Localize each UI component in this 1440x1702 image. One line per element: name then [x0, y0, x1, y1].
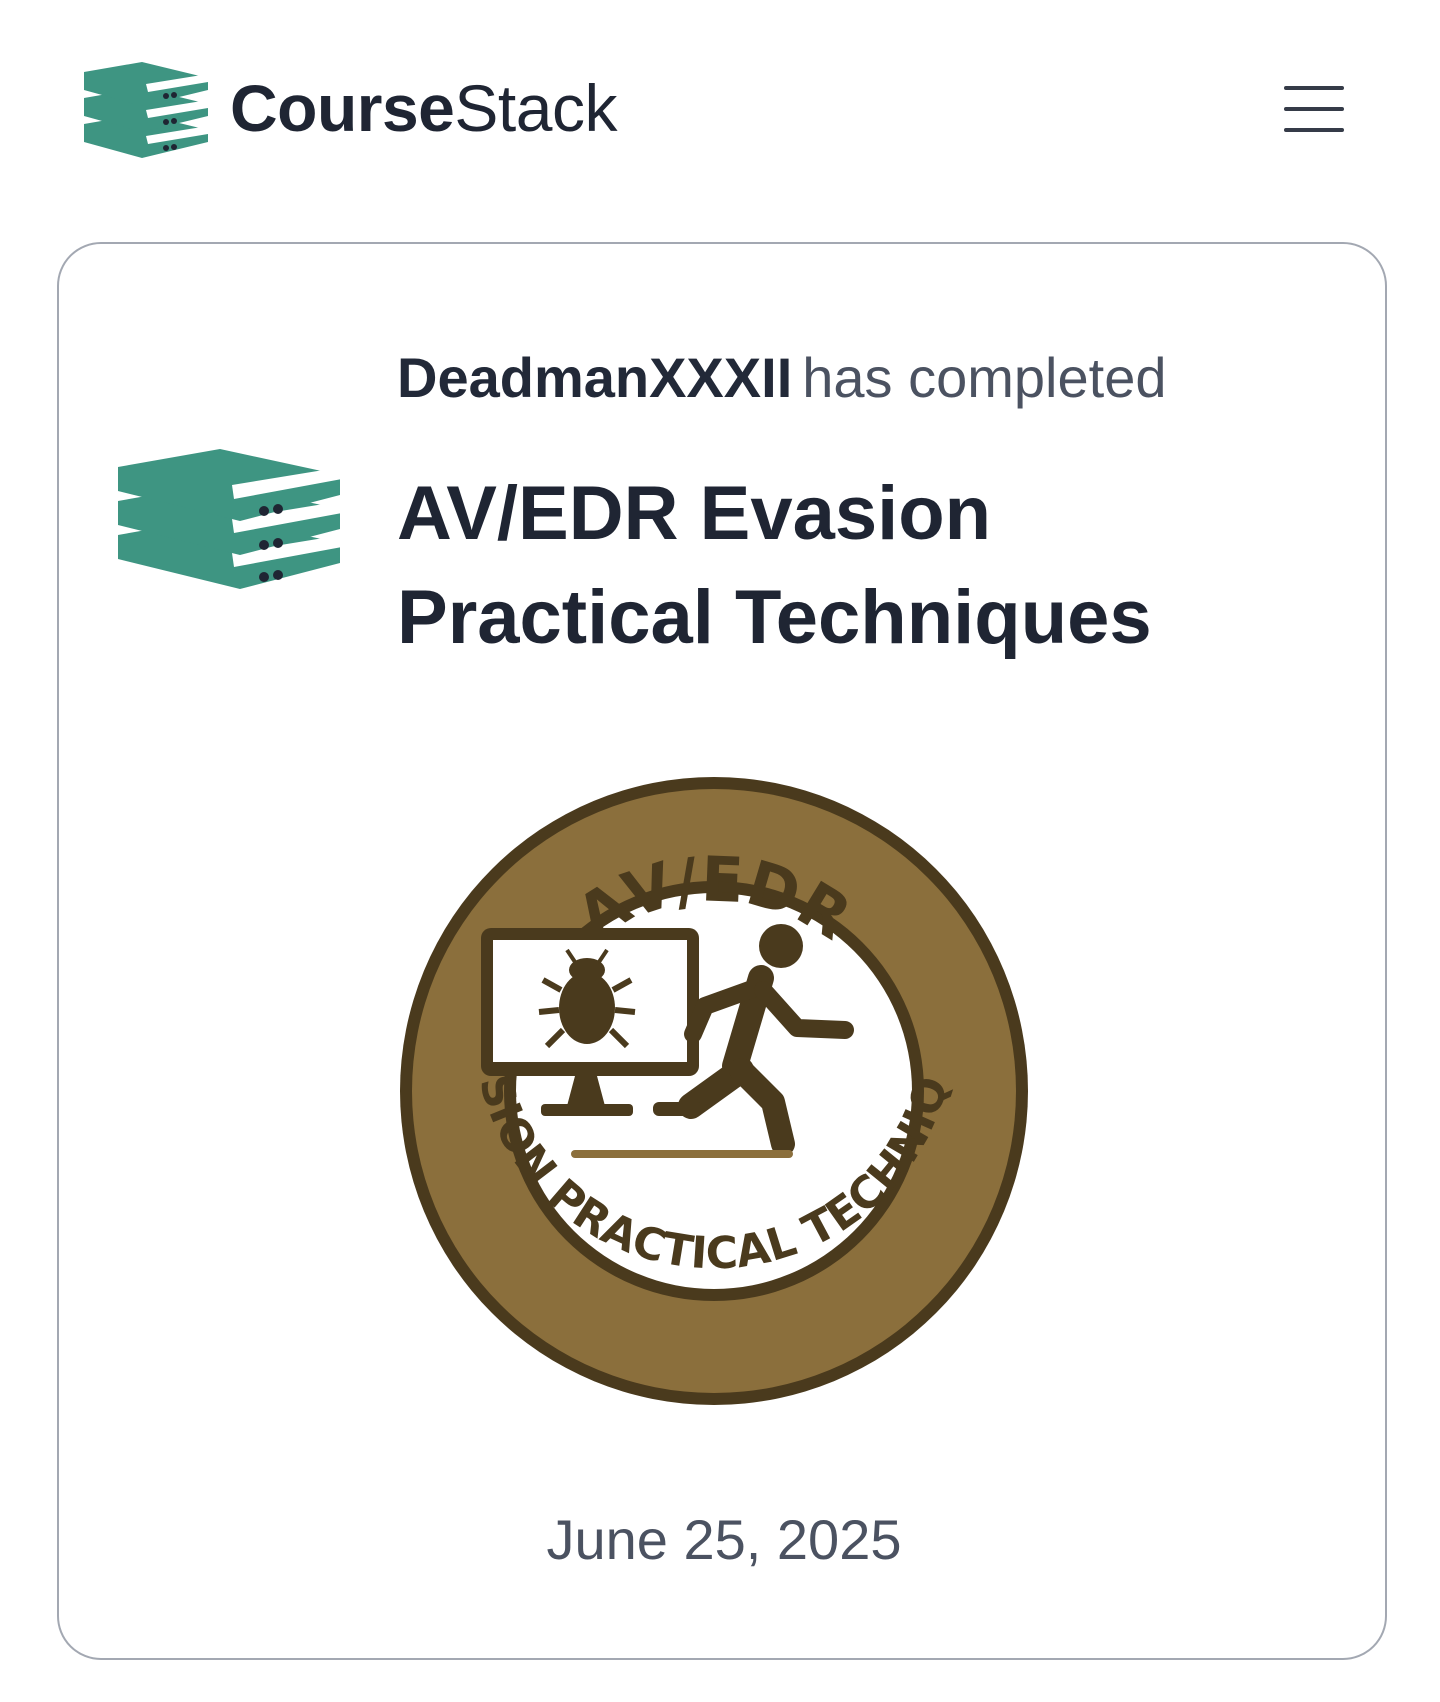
completion-date: June 25, 2025	[546, 1508, 902, 1571]
course-logo	[116, 409, 346, 589]
menu-button[interactable]	[1276, 78, 1352, 140]
username: DeadmanXXXII	[397, 346, 793, 409]
site-header: CourseStack	[0, 0, 1440, 220]
completed-text: has completed	[802, 346, 1167, 409]
badge-emblem: AV/EDR EVASION PRACTICAL TECHNIQUES	[389, 766, 1028, 1405]
brand-name-regular: Stack	[454, 71, 617, 145]
course-title: AV/EDR Evasion Practical Techniques	[397, 471, 1152, 660]
stacked-books-icon	[84, 62, 208, 158]
brand-name-bold: Course	[230, 71, 455, 145]
hamburger-menu-icon	[1284, 86, 1344, 132]
stacked-books-icon	[118, 449, 342, 589]
completion-statement: DeadmanXXXII has completed	[397, 344, 1166, 411]
course-badge: AV/EDR EVASION PRACTICAL TECHNIQUES	[389, 766, 1039, 1416]
brand-name: CourseStack	[230, 75, 617, 141]
brand-home-link[interactable]: CourseStack	[82, 58, 617, 158]
certificate-card: DeadmanXXXII has completed AV/EDR Evasion…	[57, 242, 1387, 1660]
